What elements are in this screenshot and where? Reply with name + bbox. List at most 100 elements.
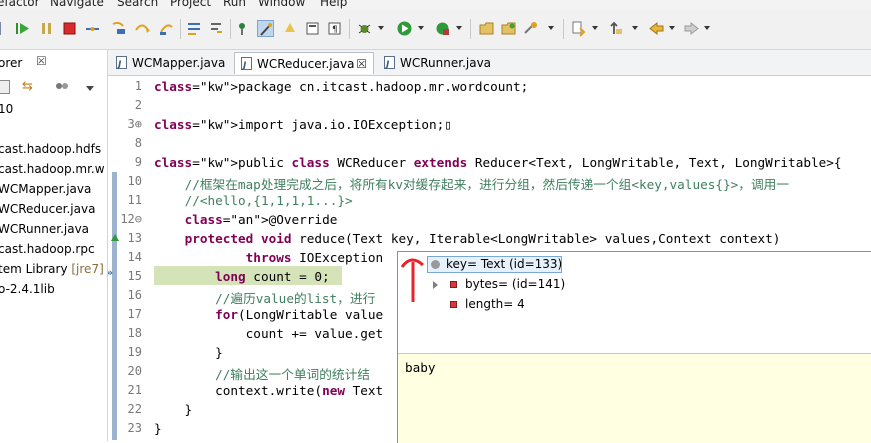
last-edit-dropdown-icon[interactable] [632, 26, 638, 30]
java-file-icon [116, 54, 127, 76]
resume-icon[interactable] [14, 20, 31, 37]
value-detail-pane[interactable]: baby [398, 353, 871, 443]
tab-wcreducer[interactable]: WCReducer.java ☒ [234, 52, 374, 77]
line-number: 13 [127, 231, 142, 245]
tab-label: WCReducer.java [257, 57, 355, 71]
forward-icon[interactable] [683, 20, 700, 37]
chevron-down-icon[interactable] [86, 86, 94, 91]
toolbar: ¶ [0, 9, 871, 50]
value-detail-text: baby [405, 360, 436, 375]
menu-run[interactable]: Run [223, 0, 246, 9]
variable-tree: key= Text (id=133) bytes= (id=141) lengt… [398, 252, 871, 352]
step-return-icon[interactable] [158, 20, 175, 37]
terminate-icon[interactable] [61, 20, 78, 37]
variable-inspector-popup[interactable]: key= Text (id=133) bytes= (id=141) lengt… [397, 251, 871, 443]
field-icon [450, 281, 457, 288]
line-number: 18 [127, 326, 142, 340]
open-type-icon[interactable] [522, 20, 539, 37]
next-annotation-icon[interactable] [570, 20, 587, 37]
back-dropdown-icon[interactable] [669, 26, 675, 30]
new-java-project-icon[interactable] [478, 20, 495, 37]
last-edit-location-icon[interactable] [608, 20, 625, 37]
svg-text:¶: ¶ [332, 25, 338, 35]
line-number: 11 [127, 193, 142, 207]
debug-dropdown-icon[interactable] [378, 26, 384, 30]
collapse-all-icon[interactable] [0, 80, 10, 94]
object-icon [431, 260, 440, 269]
explorer-count: 10 [0, 102, 14, 116]
breakpoint-icon[interactable] [235, 20, 252, 37]
close-icon[interactable]: ☒ [36, 54, 47, 68]
menu-search[interactable]: Search [117, 0, 158, 9]
skip-all-breakpoints-icon[interactable] [257, 20, 274, 37]
line-number: 2 [134, 98, 142, 112]
step-over-icon[interactable] [134, 20, 151, 37]
list-item[interactable]: o-2.4.1lib [0, 282, 55, 296]
package-explorer-tab[interactable]: orer ☒ [0, 52, 107, 74]
list-item[interactable]: cast.hadoop.mr.w [0, 162, 105, 176]
line-number: 20 [127, 364, 142, 378]
variable-root[interactable]: key= Text (id=133) [446, 257, 562, 271]
expand-icon[interactable] [433, 281, 438, 289]
line-number: 12⊖ [120, 212, 142, 226]
link-editor-icon[interactable]: ⇆ [22, 79, 33, 94]
use-step-filters-icon[interactable] [208, 20, 225, 37]
show-whitespace-icon[interactable]: ¶ [326, 20, 343, 37]
menu-navigate[interactable]: Navigate [50, 0, 104, 9]
menu-refactor[interactable]: efactor [0, 0, 40, 9]
override-marker-icon [111, 234, 119, 241]
highlight-icon[interactable] [282, 20, 299, 37]
open-folder-icon[interactable] [500, 20, 517, 37]
line-number: 22 [127, 402, 142, 416]
java-file-icon [384, 54, 395, 76]
menu-window[interactable]: Window [258, 0, 305, 9]
change-marker [112, 172, 117, 440]
list-item[interactable]: WCMapper.java [0, 182, 91, 196]
annotation-ruler: » [108, 76, 120, 441]
debug-icon[interactable] [356, 20, 373, 37]
suspend-icon[interactable] [38, 20, 55, 37]
variable-child[interactable]: bytes= (id=141) [465, 277, 565, 291]
list-item[interactable]: tem Library [jre7] [0, 262, 104, 276]
line-number: 21 [127, 383, 142, 397]
close-tab-icon[interactable]: ☒ [356, 53, 367, 75]
step-into-icon[interactable] [110, 20, 127, 37]
list-item[interactable]: WCReducer.java [0, 202, 95, 216]
list-item[interactable]: WCRunner.java [0, 222, 89, 236]
list-item[interactable]: cast.hadoop.hdfs [0, 142, 101, 156]
red-arrow-annotation [400, 258, 425, 302]
open-type-dropdown-icon[interactable] [548, 26, 554, 30]
run-dropdown-icon[interactable] [418, 26, 424, 30]
line-number: 19 [127, 345, 142, 359]
disconnect-icon[interactable] [84, 20, 101, 37]
package-explorer-title: orer [0, 56, 23, 70]
line-number: 10 [127, 174, 142, 188]
line-number: 23 [127, 421, 142, 435]
external-tools-dropdown-icon[interactable] [456, 26, 462, 30]
minimize-icon[interactable] [60, 53, 72, 65]
run-icon[interactable] [396, 20, 413, 37]
explorer-toolbar: ⇆ [0, 78, 107, 100]
menu-project[interactable]: Project [170, 0, 211, 9]
toolbar-handle-icon [0, 20, 9, 37]
line-number: 17 [127, 307, 142, 321]
list-item[interactable]: cast.hadoop.rpc [0, 242, 95, 256]
tab-wcrunner[interactable]: WCRunner.java [378, 52, 500, 76]
variable-child[interactable]: length= 4 [465, 297, 525, 311]
editor-tabs: WCMapper.java WCReducer.java ☒ WCRunner.… [108, 50, 871, 77]
menu-help[interactable]: Help [320, 0, 347, 9]
line-number: 16 [127, 288, 142, 302]
back-icon[interactable] [648, 20, 665, 37]
tab-label: WCRunner.java [400, 56, 492, 70]
line-number: 1 [134, 79, 142, 93]
toggle-view-icon[interactable] [304, 20, 321, 37]
line-number: 15 [127, 269, 142, 283]
list-item-suffix: [jre7] [71, 262, 104, 276]
drop-to-frame-icon[interactable] [186, 20, 203, 37]
forward-dropdown-icon[interactable] [704, 26, 710, 30]
next-annotation-dropdown-icon[interactable] [592, 26, 598, 30]
view-menu-icon[interactable] [55, 80, 69, 92]
external-tools-icon[interactable] [434, 20, 451, 37]
tab-wcmapper[interactable]: WCMapper.java [110, 52, 232, 76]
line-number: 3⊕ [127, 117, 142, 131]
